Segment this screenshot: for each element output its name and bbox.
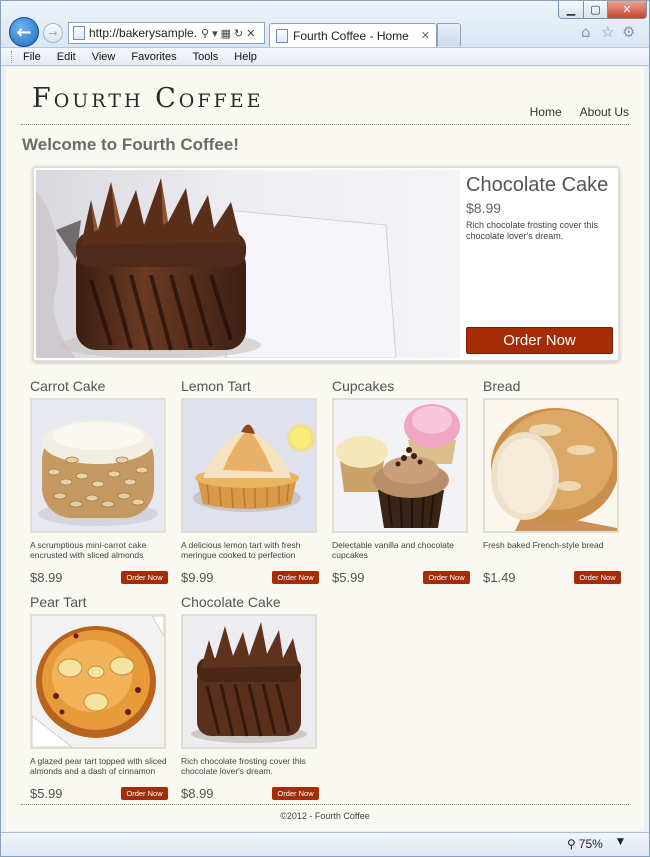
featured-info: Chocolate Cake $8.99 Rich chocolate fros… (466, 170, 616, 358)
gear-icon[interactable]: ⚙ (622, 23, 635, 41)
browser-window: ▁ ▢ ✕ ← → http://bakerysample.... ⚲ ▾ ▦ … (0, 0, 650, 857)
product-description: A scrumptious mini-carrot cake encrusted… (30, 540, 147, 560)
zoom-magnifier-icon: ⚲ (567, 837, 576, 851)
order-now-button[interactable]: Order Now (272, 571, 319, 584)
featured-chocolate-cake-image (36, 170, 460, 358)
status-bar: ⚲ 75% ▼ (1, 832, 649, 856)
product-price: $1.49 (483, 570, 516, 585)
menu-view[interactable]: View (92, 51, 116, 63)
product-name[interactable]: Bread (483, 378, 621, 396)
lemon-tart-image[interactable] (181, 398, 317, 533)
featured-product: Chocolate Cake $8.99 Rich chocolate fros… (32, 166, 620, 362)
product-description: A glazed pear tart topped with sliced al… (30, 756, 167, 776)
order-now-button[interactable]: Order Now (272, 787, 319, 800)
zoom-level: 75% (578, 837, 603, 851)
product-card-carrot-cake: Carrot Cake A scrumptious mini-carrot ca… (30, 378, 168, 585)
product-price: $9.99 (181, 570, 214, 585)
product-card-lemon-tart: Lemon Tart A delicious lemon tart with f… (181, 378, 319, 585)
page-viewport: Fourth Coffee Home About Us Welcome to F… (6, 67, 644, 831)
carrot-cake-image[interactable] (30, 398, 166, 533)
product-description: A delicious lemon tart with fresh mering… (181, 540, 301, 560)
home-icon[interactable]: ⌂ (581, 23, 591, 41)
header-divider (21, 124, 629, 125)
footer-copyright: ©2012 - Fourth Coffee (280, 811, 370, 821)
product-price: $8.99 (30, 570, 63, 585)
menu-bar: File Edit View Favorites Tools Help (1, 47, 649, 66)
product-name[interactable]: Pear Tart (30, 594, 168, 612)
product-name[interactable]: Lemon Tart (181, 378, 319, 396)
order-now-button[interactable]: Order Now (574, 571, 621, 584)
menu-favorites[interactable]: Favorites (131, 51, 176, 63)
menubar-grip (11, 51, 14, 63)
refresh-icon[interactable]: ↻ (234, 27, 243, 40)
product-name[interactable]: Carrot Cake (30, 378, 168, 396)
product-price: $5.99 (30, 786, 63, 801)
zoom-control[interactable]: ⚲ 75% (567, 837, 603, 851)
page-title: Welcome to Fourth Coffee! (22, 135, 239, 154)
featured-name: Chocolate Cake (466, 174, 609, 196)
page-icon (73, 26, 85, 40)
product-card-bread: Bread Fresh baked French-style bread $1.… (483, 378, 621, 585)
dropdown-icon[interactable]: ▾ (212, 27, 218, 40)
product-description: Rich chocolate frosting cover this choco… (181, 756, 306, 776)
tab-close-icon[interactable]: ✕ (421, 29, 430, 42)
tab-fourth-coffee[interactable]: Fourth Coffee - Home ✕ (269, 23, 437, 47)
tab-title: Fourth Coffee - Home (293, 28, 409, 43)
zoom-dropdown-icon[interactable]: ▼ (617, 837, 624, 847)
close-window-button[interactable]: ✕ (607, 1, 647, 19)
product-card-pear-tart: Pear Tart A glazed pear tart topped with… (30, 594, 168, 801)
order-now-button[interactable]: Order Now (423, 571, 470, 584)
product-name[interactable]: Chocolate Cake (181, 594, 319, 612)
compatibility-icon[interactable]: ▦ (221, 27, 231, 40)
back-button[interactable]: ← (9, 17, 39, 47)
product-name[interactable]: Cupcakes (332, 378, 470, 396)
bread-image[interactable] (483, 398, 619, 533)
cupcakes-image[interactable] (332, 398, 468, 533)
forward-arrow-icon: → (48, 26, 58, 40)
order-now-button[interactable]: Order Now (121, 787, 168, 800)
address-bar[interactable]: http://bakerysample.... ⚲ ▾ ▦ ↻ ✕ (68, 22, 265, 44)
nav-home-link[interactable]: Home (530, 105, 562, 119)
chocolate-cake-image[interactable] (181, 614, 317, 749)
product-description: Fresh baked French-style bread (483, 540, 604, 550)
product-price: $8.99 (181, 786, 214, 801)
menu-tools[interactable]: Tools (193, 51, 219, 63)
browser-titlebar: ▁ ▢ ✕ ← → http://bakerysample.... ⚲ ▾ ▦ … (1, 1, 649, 47)
product-description: Delectable vanilla and chocolate cupcake… (332, 540, 454, 560)
menu-edit[interactable]: Edit (57, 51, 76, 63)
featured-description: Rich chocolate frosting cover this choco… (466, 220, 599, 241)
featured-order-button[interactable]: Order Now (466, 327, 613, 354)
footer-divider (21, 804, 629, 805)
featured-price: $8.99 (466, 200, 502, 216)
favorites-star-icon[interactable]: ☆ (601, 23, 614, 41)
search-icon[interactable]: ⚲ (201, 27, 209, 40)
site-logo[interactable]: Fourth Coffee (32, 83, 263, 114)
minimize-button[interactable]: ▁ (558, 1, 584, 19)
stop-icon[interactable]: ✕ (246, 27, 255, 40)
back-arrow-icon: ← (16, 21, 32, 43)
url-text[interactable]: http://bakerysample.... (89, 26, 197, 40)
new-tab-button[interactable] (437, 23, 461, 46)
forward-button[interactable]: → (43, 23, 63, 43)
order-now-button[interactable]: Order Now (121, 571, 168, 584)
maximize-button[interactable]: ▢ (583, 1, 608, 19)
menu-file[interactable]: File (23, 51, 41, 63)
product-card-cupcakes: Cupcakes Delectable vanilla and chocolat… (332, 378, 470, 585)
tab-page-icon (276, 28, 288, 43)
menu-help[interactable]: Help (234, 51, 257, 63)
pear-tart-image[interactable] (30, 614, 166, 749)
product-card-chocolate-cake: Chocolate Cake Rich chocolate frosting c… (181, 594, 319, 801)
site-nav: Home About Us (530, 105, 629, 119)
nav-about-link[interactable]: About Us (580, 105, 629, 119)
product-price: $5.99 (332, 570, 365, 585)
